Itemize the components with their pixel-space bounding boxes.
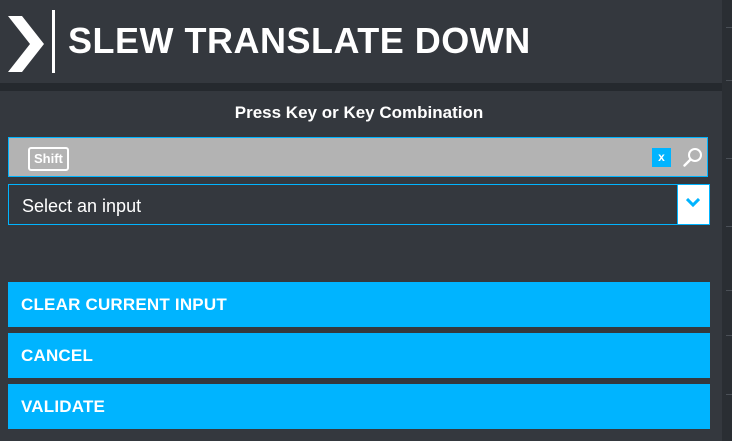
background-panel-edge [722, 0, 732, 441]
validate-button[interactable]: VALIDATE [8, 384, 710, 429]
key-chip-shift: Shift [28, 147, 69, 171]
divider [726, 335, 732, 336]
header-divider [52, 10, 55, 73]
dropdown-toggle[interactable] [677, 185, 709, 224]
search-icon[interactable] [683, 147, 703, 167]
clear-current-input-button[interactable]: CLEAR CURRENT INPUT [8, 282, 710, 327]
divider [726, 226, 732, 227]
key-combination-field[interactable]: Shift x [8, 137, 708, 177]
divider [726, 27, 732, 28]
select-value: Select an input [22, 196, 142, 216]
divider [726, 290, 732, 291]
binding-dialog: SLEW TRANSLATE DOWN Press Key or Key Com… [0, 0, 722, 441]
key-prompt-text: Press Key or Key Combination [234, 103, 484, 122]
divider [726, 158, 732, 159]
dialog-header: SLEW TRANSLATE DOWN [0, 0, 722, 83]
input-select-dropdown[interactable]: Select an input [8, 184, 710, 225]
chevron-logo-icon [8, 16, 44, 72]
chevron-down-icon [686, 198, 700, 208]
divider [726, 80, 732, 81]
clear-key-button[interactable]: x [652, 148, 671, 167]
cancel-button[interactable]: CANCEL [8, 333, 710, 378]
header-separator [0, 83, 722, 91]
dialog-title: SLEW TRANSLATE DOWN [68, 20, 531, 61]
divider [726, 394, 732, 395]
